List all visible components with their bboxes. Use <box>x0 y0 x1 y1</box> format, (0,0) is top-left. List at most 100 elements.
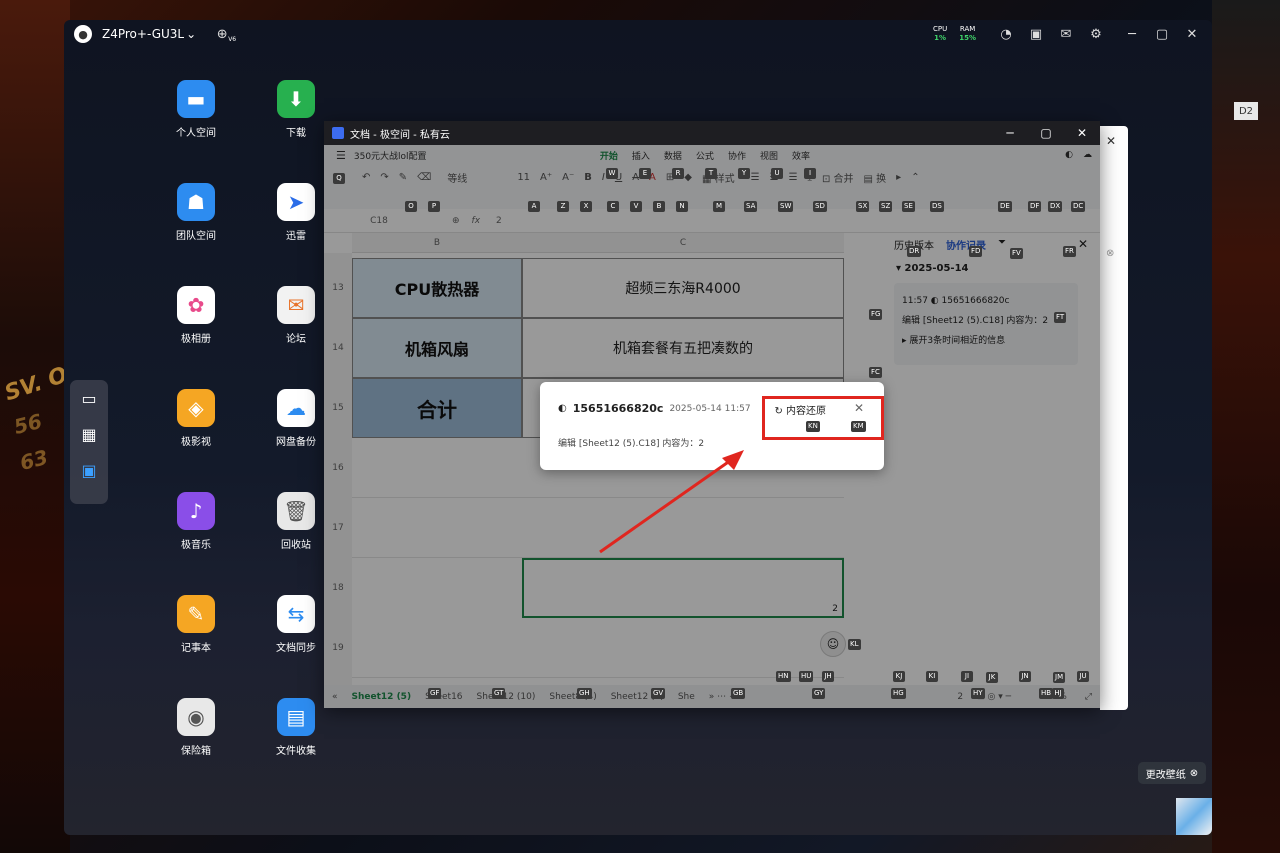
desktop-frame: ● Z4Pro+-GU3L ⌄ ⊕ V6 CPU 1% RAM 15% ◔ ▣ ✉ ⚙… <box>64 20 1212 835</box>
app-notepad[interactable]: ✎ 记事本 <box>156 595 236 654</box>
hint-key: DF <box>1028 201 1042 212</box>
hint-key: SA <box>744 201 758 212</box>
hint-key: M <box>713 201 725 212</box>
hint-key: GV <box>651 688 666 699</box>
cpu-stat: CPU 1% <box>933 25 948 42</box>
avatar-icon[interactable]: ● <box>74 25 92 43</box>
background-window: ✕ ⊗ <box>1100 126 1128 710</box>
hint-key: KI <box>926 671 938 682</box>
close-icon[interactable]: ✕ <box>1180 24 1204 44</box>
app-personal-space[interactable]: ▬ 个人空间 <box>156 80 236 139</box>
wallpaper-badge: D2 <box>1234 102 1258 120</box>
hint-key: P <box>428 201 440 212</box>
app-photos[interactable]: ✿ 极相册 <box>156 286 236 345</box>
hint-key: JI <box>961 671 973 682</box>
wallpaper-right <box>1212 0 1280 853</box>
hint-key: Y <box>738 168 750 179</box>
hint-key: B <box>653 201 665 212</box>
grid-icon[interactable]: ▦ <box>70 416 108 452</box>
minimize-icon[interactable]: ─ <box>992 121 1028 145</box>
hint-key: I <box>804 168 816 179</box>
hint-key: SE <box>902 201 915 212</box>
download-icon: ⬇ <box>277 80 315 118</box>
hint-key: FC <box>869 367 882 378</box>
hint-key: DS <box>930 201 944 212</box>
app-team-space[interactable]: ☗ 团队空间 <box>156 183 236 242</box>
hint-key: V <box>630 201 642 212</box>
close-circle-icon[interactable]: ⊗ <box>1106 248 1114 259</box>
hint-key: O <box>405 201 417 212</box>
gear-icon[interactable]: ⚙ <box>1084 24 1108 44</box>
forum-icon: ✉ <box>277 286 315 324</box>
app-safe[interactable]: ◉ 保险箱 <box>156 698 236 757</box>
app-music[interactable]: ♪ 极音乐 <box>156 492 236 551</box>
photos-icon: ✿ <box>177 286 215 324</box>
annotation-arrow <box>599 450 744 554</box>
side-dock: ▭ ▦ ▣ <box>70 380 108 504</box>
hint-key: E <box>639 168 651 179</box>
hint-key: HU <box>799 671 814 682</box>
doc-title: 文档 - 极空间 - 私有云 <box>350 129 450 141</box>
hint-key: DC <box>1071 201 1086 212</box>
doc-app-icon <box>332 127 344 139</box>
notification-icon[interactable]: ▣ <box>1024 24 1048 44</box>
maximize-icon[interactable]: ▢ <box>1150 24 1174 44</box>
hint-key: Z <box>557 201 569 212</box>
close-icon[interactable]: ✕ <box>1064 121 1100 145</box>
close-circle-icon[interactable]: ⊗ <box>1190 768 1198 779</box>
hint-key: GY <box>812 688 826 699</box>
hint-key: X <box>580 201 592 212</box>
speed-icon[interactable]: ◔ <box>994 24 1018 44</box>
hint-key: KN <box>806 421 820 432</box>
hint-key: SZ <box>879 201 893 212</box>
hint-key: KL <box>848 639 861 650</box>
hint-key: DR <box>907 246 922 257</box>
hint-key: GH <box>577 688 592 699</box>
version-badge: V6 <box>228 35 237 43</box>
monitor-icon[interactable]: ▭ <box>70 380 108 416</box>
hint-key: A <box>528 201 540 212</box>
hint-key: FR <box>1063 246 1076 257</box>
maximize-icon[interactable]: ▢ <box>1028 121 1064 145</box>
hint-key: FV <box>1010 248 1023 259</box>
hint-key: JH <box>822 671 834 682</box>
hint-key: DE <box>998 201 1012 212</box>
hint-key: SW <box>778 201 794 212</box>
hint-key: GT <box>492 688 506 699</box>
user-avatar-icon: ◐ <box>558 403 567 414</box>
ram-stat: RAM 15% <box>959 25 976 42</box>
window-icon[interactable]: ▣ <box>70 452 108 488</box>
hint-key: N <box>676 201 688 212</box>
hint-key: Q <box>333 173 345 184</box>
trash-icon: 🗑 <box>277 492 315 530</box>
hint-key: GF <box>428 688 442 699</box>
hint-key: KM <box>851 421 866 432</box>
hint-key: SD <box>813 201 827 212</box>
wallpaper-corner[interactable] <box>1176 798 1212 835</box>
hint-key: FT <box>1054 312 1067 323</box>
hint-key: SX <box>856 201 870 212</box>
sync-icon: ⇆ <box>277 595 315 633</box>
mail-icon[interactable]: ✉ <box>1054 24 1078 44</box>
hint-key: U <box>771 168 783 179</box>
hint-key: JN <box>1019 671 1031 682</box>
hint-key: KJ <box>893 671 905 682</box>
hint-key: JM <box>1053 672 1066 683</box>
highlight-box <box>762 396 884 440</box>
minimize-icon[interactable]: ─ <box>1120 24 1144 44</box>
hint-key: FD <box>969 246 983 257</box>
app-video[interactable]: ◈ 极影视 <box>156 389 236 448</box>
device-name[interactable]: Z4Pro+-GU3L <box>102 27 184 41</box>
hint-key: C <box>607 201 619 212</box>
hint-key: DX <box>1048 201 1063 212</box>
notepad-icon: ✎ <box>177 595 215 633</box>
popup-user: 15651666820c <box>572 402 664 415</box>
hint-key: JU <box>1077 671 1089 682</box>
doc-titlebar: 文档 - 极空间 - 私有云 ─ ▢ ✕ <box>324 121 1100 145</box>
change-wallpaper-button[interactable]: 更改壁纸 ⊗ <box>1138 762 1206 784</box>
file-collect-icon: ▤ <box>277 698 315 736</box>
hint-key: HJ <box>1052 688 1064 699</box>
close-icon[interactable]: ✕ <box>1106 134 1116 148</box>
hint-key: T <box>705 168 717 179</box>
cloud-backup-icon: ☁ <box>277 389 315 427</box>
